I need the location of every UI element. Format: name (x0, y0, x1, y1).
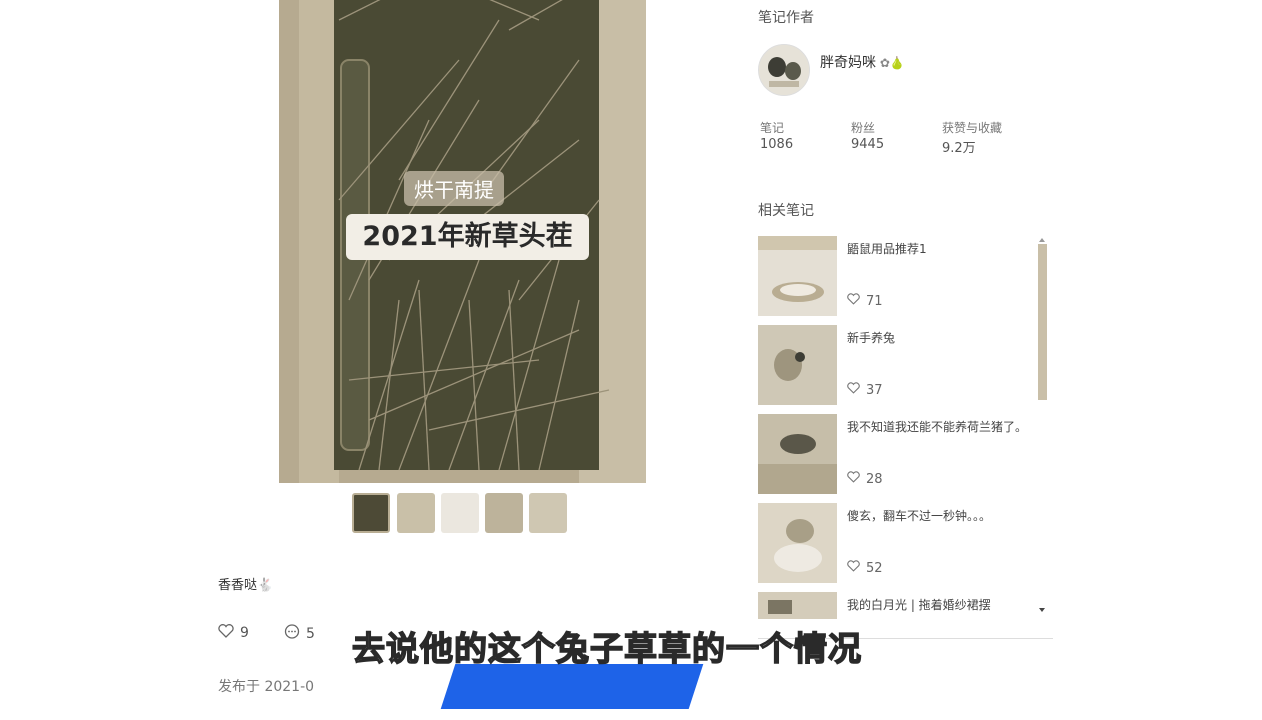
comment-button[interactable]: 5 (284, 624, 315, 644)
overlay-tag: 烘干南提 (404, 171, 504, 206)
thumbnail-2[interactable] (397, 493, 435, 533)
post-tag[interactable]: 香香哒🐇 (218, 574, 273, 593)
stat-likes-label: 获赞与收藏 (942, 121, 1003, 135)
related-note-title: 傻玄，翻车不过一秒钟。。。 (847, 509, 992, 523)
related-note-likes: 28 (847, 471, 883, 487)
related-note-like-count: 71 (866, 293, 883, 309)
related-note[interactable]: 新手养兔 37 (758, 325, 1038, 405)
related-note-image (758, 414, 837, 494)
post-tag-label: 香香哒 (218, 578, 258, 593)
heart-icon (847, 471, 860, 487)
related-note-title: 新手养兔 (847, 331, 896, 345)
thumbnail-5[interactable] (529, 493, 567, 533)
comment-icon (284, 624, 300, 644)
sticker-icon: 🐇 (257, 578, 274, 593)
related-note-image (758, 325, 837, 405)
publish-date: 发布于 2021-0 (218, 679, 315, 695)
heart-icon (847, 382, 860, 398)
related-note[interactable]: 我的白月光 | 拖着婚纱裙摆 (758, 592, 1038, 619)
related-note-like-count: 52 (866, 560, 883, 576)
related-note[interactable]: 鼯鼠用品推荐1 71 (758, 236, 1038, 316)
related-note-likes: 52 (847, 560, 883, 576)
like-button[interactable]: 9 (218, 624, 249, 642)
related-note-image (758, 503, 837, 583)
heart-icon (847, 293, 860, 309)
comment-count: 5 (306, 626, 315, 642)
like-count: 9 (240, 625, 249, 641)
video-subtitle: 去说他的这个兔子草草的一个情况 (351, 628, 862, 669)
stat-likes-value: 9.2万 (942, 141, 976, 156)
related-note-title: 我的白月光 | 拖着婚纱裙摆 (847, 598, 991, 612)
scrollbar-thumb[interactable] (1038, 244, 1047, 400)
thumbnail-3[interactable] (441, 493, 479, 533)
heart-icon (847, 560, 860, 576)
related-notes-list[interactable]: 鼯鼠用品推荐1 71 新手养兔 37 我不知道我还能不能养荷兰猪了。 28 傻玄… (758, 236, 1038, 619)
related-note-likes: 71 (847, 293, 883, 309)
related-note[interactable]: 我不知道我还能不能养荷兰猪了。 28 (758, 414, 1038, 494)
stat-fans-value: 9445 (851, 137, 885, 152)
author-name-text: 胖奇妈咪 (820, 55, 876, 71)
badge-icon: ✿🍐 (876, 56, 905, 70)
author-avatar[interactable] (758, 44, 810, 96)
post-main-image[interactable]: 烘干南提 2021年新草头茬 (279, 0, 646, 483)
related-note[interactable]: 傻玄，翻车不过一秒钟。。。 52 (758, 503, 1038, 583)
author-name[interactable]: 胖奇妈咪 ✿🍐 (820, 52, 905, 72)
related-note-like-count: 37 (866, 382, 883, 398)
stat-notes-value: 1086 (760, 137, 794, 152)
related-note-image (758, 236, 837, 316)
author-section-title: 笔记作者 (758, 10, 814, 26)
overlay-title: 2021年新草头茬 (346, 214, 589, 260)
stat-notes-label: 笔记 (760, 121, 785, 135)
thumbnail-4[interactable] (485, 493, 523, 533)
related-note-title: 我不知道我还能不能养荷兰猪了。 (847, 420, 1028, 434)
stat-fans-label: 粉丝 (851, 121, 876, 135)
related-section-title: 相关笔记 (758, 203, 814, 219)
related-note-likes: 37 (847, 382, 883, 398)
thumbnail-1[interactable] (352, 493, 390, 533)
related-note-title: 鼯鼠用品推荐1 (847, 242, 927, 256)
related-note-like-count: 28 (866, 471, 883, 487)
heart-icon (218, 624, 234, 642)
caption-background (440, 664, 704, 709)
related-note-image (758, 592, 837, 619)
